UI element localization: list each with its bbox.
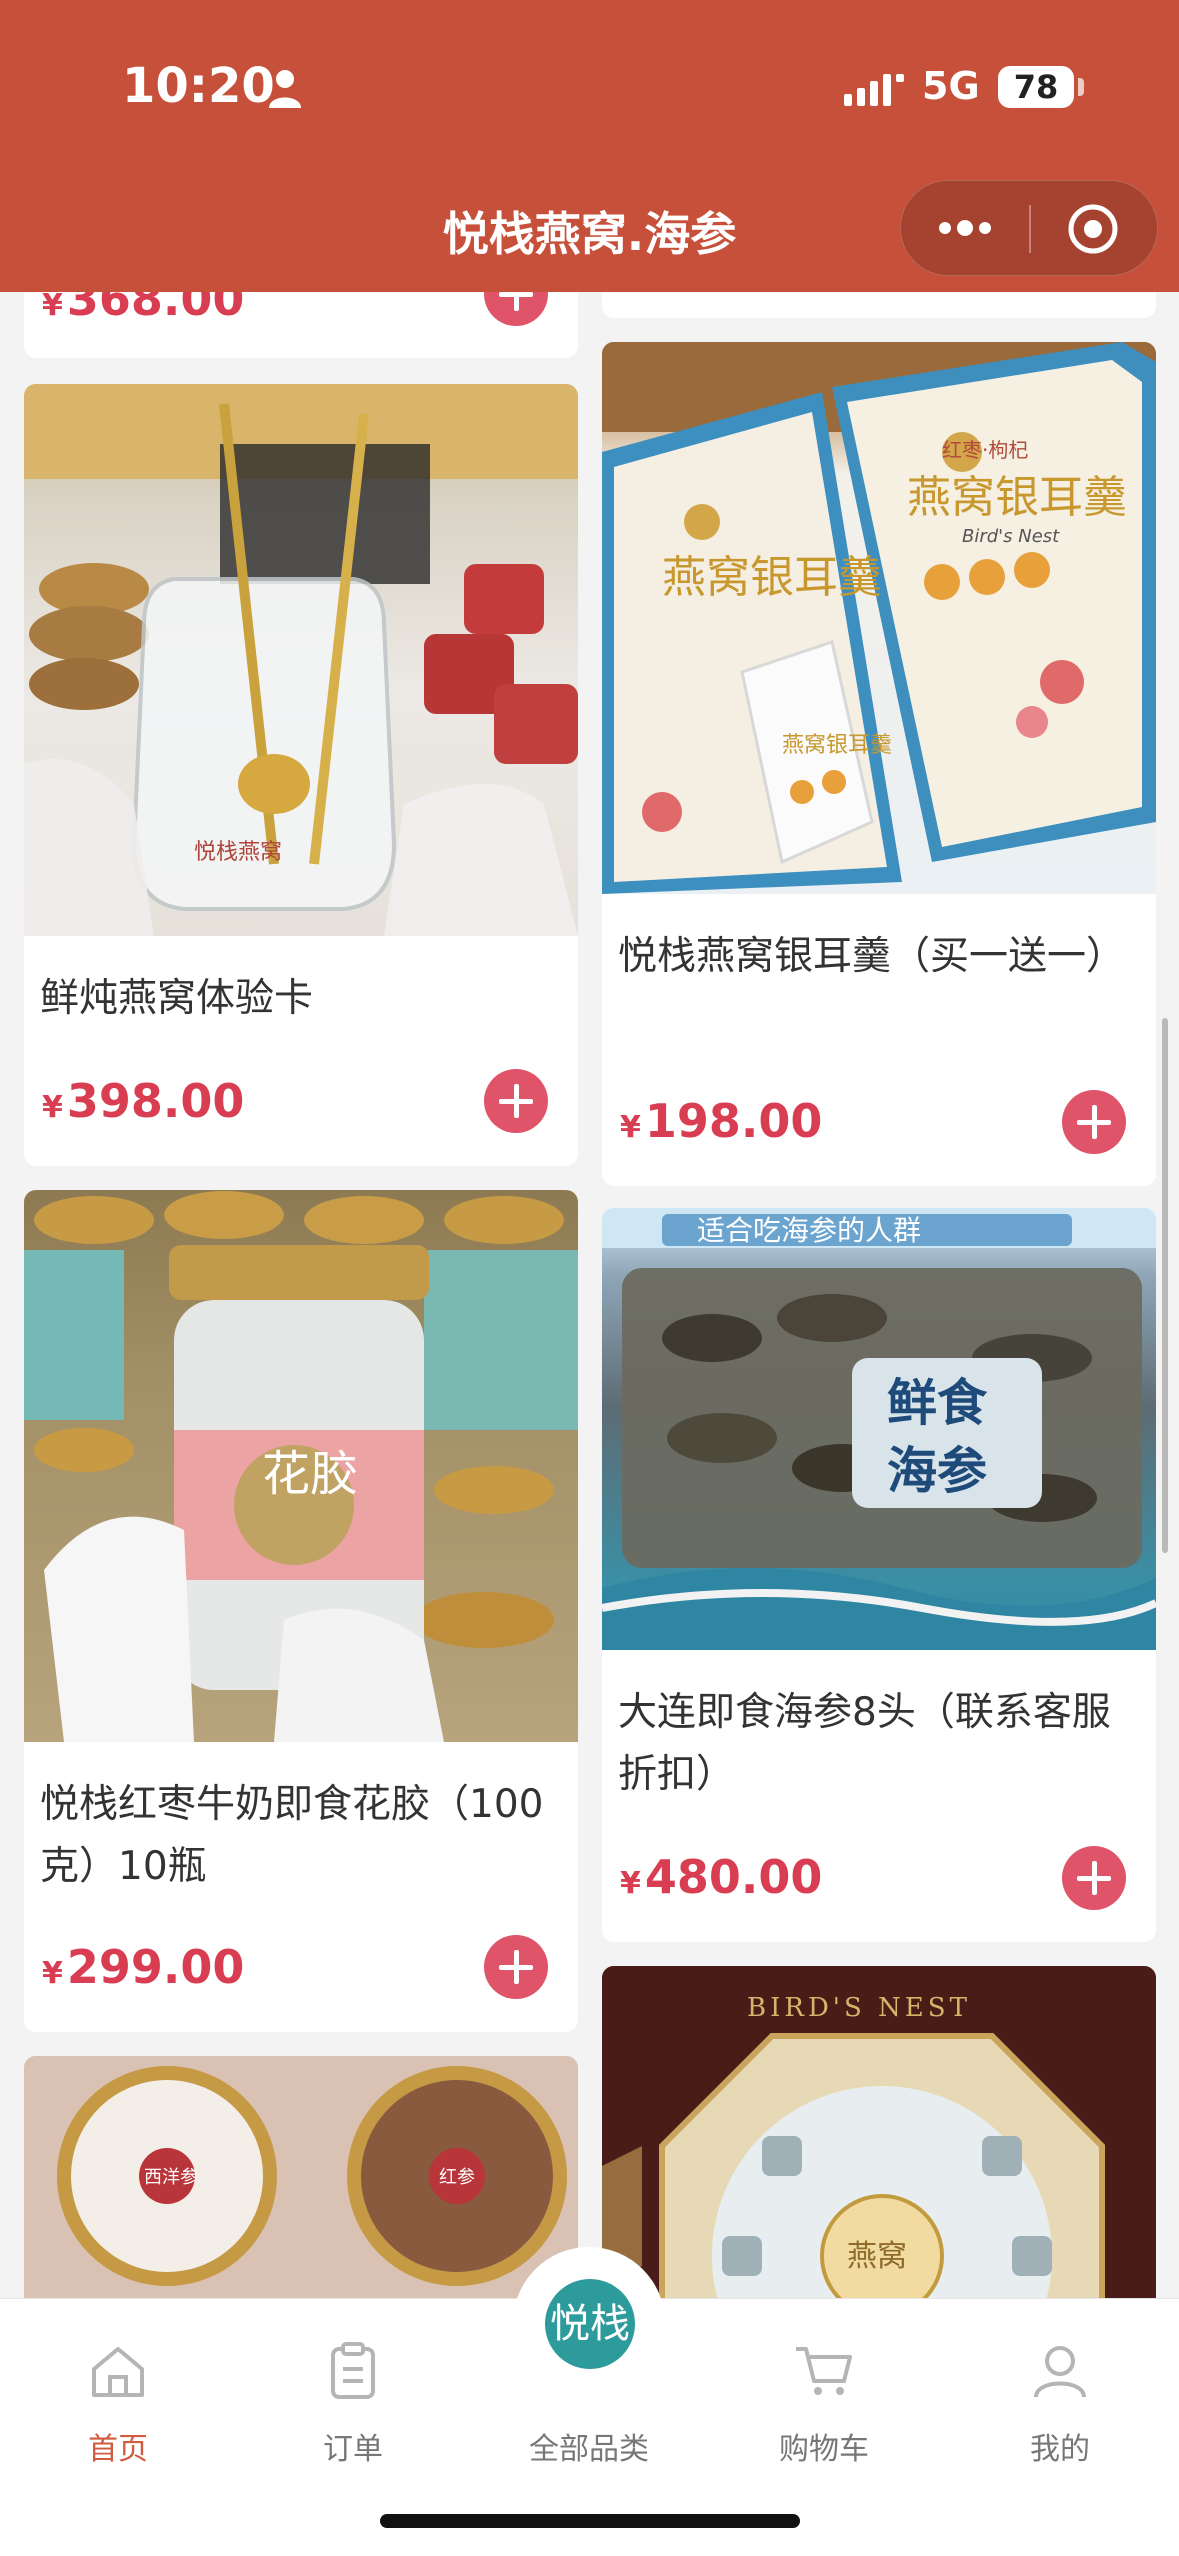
product-card[interactable]: 燕窝银耳羹 燕窝银耳羹 红枣·枸杞 Bird's Nest 燕窝银耳羹 悦栈燕窝…: [602, 342, 1156, 1186]
birdsnest-jar-image: 悦栈燕窝: [24, 384, 578, 936]
fishmaw-jar-image: 花胶: [24, 1191, 578, 1742]
brand-logo-icon[interactable]: 悦栈: [545, 2279, 635, 2369]
product-price: ¥480.00: [620, 1850, 822, 1904]
box-subtitle: 红枣·枸杞: [942, 438, 1028, 462]
add-to-cart-button[interactable]: [1062, 1090, 1126, 1154]
jar-brand-text: 悦栈燕窝: [194, 840, 282, 865]
signal-icon: [844, 74, 904, 106]
currency-symbol: ¥: [42, 288, 63, 323]
scroll-indicator[interactable]: [1162, 1018, 1168, 1553]
capsule-divider: [1029, 205, 1031, 253]
add-to-cart-button[interactable]: [484, 1935, 548, 1999]
box-title-right: 燕窝银耳羹: [907, 472, 1127, 523]
product-card[interactable]: 适合吃海参的人群 鲜食 海参 大连即食海参8头（联系客服折扣） ¥480.00: [602, 1208, 1156, 1942]
add-to-cart-button[interactable]: [484, 1069, 548, 1133]
seacucumber-label-top: 鲜食: [887, 1374, 988, 1432]
currency-symbol: ¥: [42, 1956, 63, 1991]
user-icon: [1034, 2346, 1086, 2398]
more-icon[interactable]: [935, 213, 995, 243]
home-indicator: [380, 2514, 800, 2528]
product-image[interactable]: 悦栈燕窝: [24, 384, 578, 936]
currency-symbol: ¥: [620, 1110, 641, 1145]
jar-label-text: 花胶: [262, 1446, 358, 1502]
close-miniprogram-icon[interactable]: [1067, 203, 1119, 255]
packet-title: 燕窝银耳羹: [782, 733, 892, 758]
currency-symbol: ¥: [42, 1090, 63, 1125]
product-name: 大连即食海参8头（联系客服折扣）: [618, 1690, 1111, 1797]
tab-orders[interactable]: 订单: [263, 2299, 443, 2499]
product-name: 悦栈燕窝银耳羹（买一送一）: [618, 934, 1126, 979]
battery-tip: [1078, 78, 1084, 96]
price-value: 198.00: [644, 1094, 823, 1148]
top-header: 10:20 5G 78 悦栈燕窝.海参: [0, 0, 1179, 292]
seacucumber-pack-image: 适合吃海参的人群 鲜食 海参: [602, 1208, 1156, 1650]
box-english: Bird's Nest: [962, 526, 1060, 547]
tab-home[interactable]: 首页: [28, 2299, 208, 2499]
product-price: ¥398.00: [42, 1074, 244, 1128]
price-value: 480.00: [644, 1850, 823, 1904]
home-icon: [92, 2347, 144, 2397]
status-time: 10:20: [122, 58, 275, 114]
birdsnest-soup-box-image: 燕窝银耳羹 燕窝银耳羹 红枣·枸杞 Bird's Nest 燕窝银耳羹: [602, 342, 1156, 894]
miniprogram-capsule: [900, 180, 1158, 276]
seacucumber-label-bottom: 海参: [887, 1442, 987, 1500]
tab-label: 购物车: [779, 2432, 869, 2467]
tab-cart[interactable]: 购物车: [734, 2299, 914, 2499]
person-icon: [269, 70, 301, 108]
product-card[interactable]: 花胶 悦栈红枣牛奶即食花胶（100克）10瓶 ¥299.00: [24, 1190, 578, 2032]
seacucumber-banner-text: 适合吃海参的人群: [697, 1214, 921, 1247]
clipboard-icon: [331, 2342, 375, 2399]
product-image[interactable]: 燕窝银耳羹 燕窝银耳羹 红枣·枸杞 Bird's Nest 燕窝银耳羹: [602, 342, 1156, 894]
cart-icon: [796, 2347, 852, 2395]
product-price: ¥198.00: [620, 1094, 822, 1148]
tab-label: 订单: [323, 2432, 383, 2467]
price-value: 299.00: [66, 1940, 245, 1994]
tab-profile[interactable]: 我的: [970, 2299, 1150, 2499]
product-card[interactable]: 悦栈燕窝 鲜炖燕窝体验卡 ¥398.00: [24, 384, 578, 1166]
box-title-left: 燕窝银耳羹: [662, 552, 882, 603]
tab-label: 全部品类: [529, 2432, 649, 2467]
product-image[interactable]: 花胶: [24, 1190, 578, 1742]
product-name: 悦栈红枣牛奶即食花胶（100克）10瓶: [40, 1782, 544, 1889]
price-value: 398.00: [66, 1074, 245, 1128]
battery-indicator: 78: [998, 66, 1074, 108]
tin-left-text: 西洋参: [144, 2167, 198, 2188]
network-label: 5G: [922, 64, 980, 108]
status-bar: 10:20 5G 78: [0, 0, 1179, 175]
currency-symbol: ¥: [620, 1866, 641, 1901]
product-image[interactable]: 适合吃海参的人群 鲜食 海参: [602, 1208, 1156, 1650]
tab-label: 我的: [1030, 2432, 1090, 2467]
tin-right-text: 红参: [439, 2167, 475, 2188]
giftbox-title: BIRD'S NEST: [747, 1993, 971, 2023]
product-price: ¥299.00: [42, 1940, 244, 1994]
add-to-cart-button[interactable]: [1062, 1846, 1126, 1910]
tab-label: 首页: [88, 2432, 148, 2467]
giftbox-center-text: 燕窝: [847, 2239, 907, 2274]
product-name: 鲜炖燕窝体验卡: [40, 976, 314, 1021]
